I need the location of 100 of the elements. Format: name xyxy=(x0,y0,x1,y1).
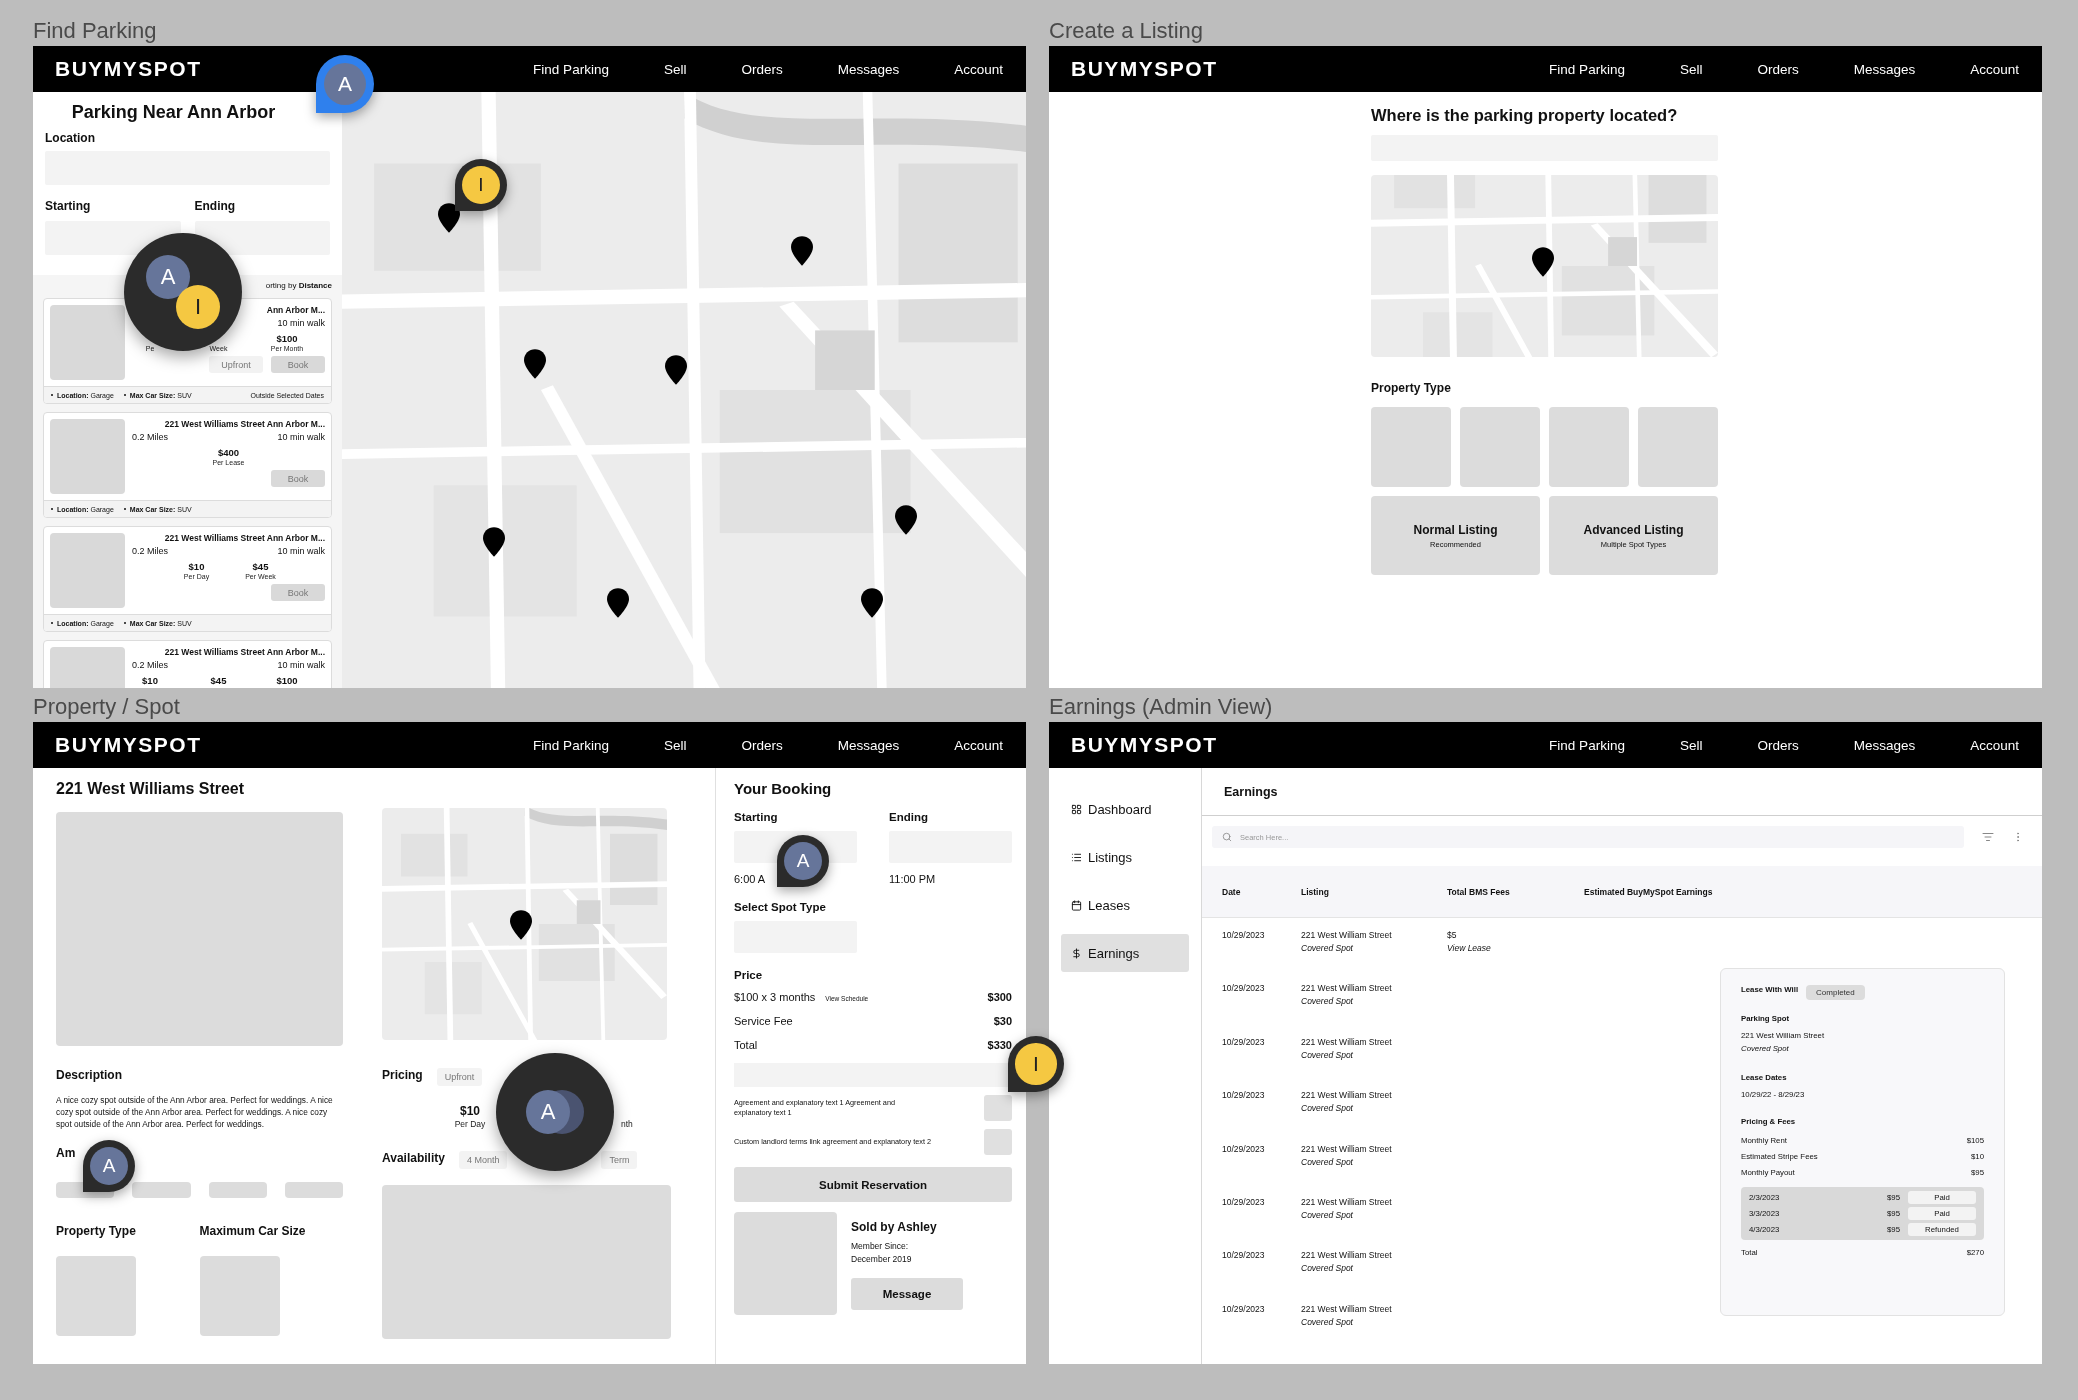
map-pin-icon xyxy=(861,588,883,618)
availability-chip[interactable]: Term xyxy=(601,1151,638,1169)
sidebar-item[interactable]: Leases xyxy=(1061,886,1189,924)
nav-link[interactable]: Sell xyxy=(663,737,687,753)
nav-link[interactable]: Account xyxy=(954,737,1003,753)
price-amount: $10 xyxy=(142,675,158,687)
nav-link[interactable]: Account xyxy=(954,61,1003,77)
checkbox[interactable] xyxy=(984,1095,1012,1121)
table-cell: 10/29/2023 xyxy=(1222,983,1265,994)
map-pin-icon xyxy=(483,527,505,557)
listing-title: 221 West Williams Street Ann Arbor M... xyxy=(164,647,325,657)
nav-link[interactable]: Messages xyxy=(1853,61,1916,77)
seller-name: Sold by Ashley xyxy=(851,1220,938,1234)
map-pin-icon xyxy=(438,203,460,233)
distance-text: 0.2 Miles xyxy=(132,546,168,557)
listing-title: 221 West Williams Street Ann Arbor M... xyxy=(164,533,325,543)
nav-link[interactable]: Account xyxy=(1970,61,2019,77)
nav-link[interactable]: Orders xyxy=(1757,737,1799,753)
price-unit: Per Day xyxy=(454,1119,486,1129)
table-cell: 221 West William Street xyxy=(1301,930,1392,940)
column-header: Listing xyxy=(1301,886,1329,897)
table-cell: Covered Spot xyxy=(1301,943,1353,953)
price-amount: $100 xyxy=(276,675,298,687)
nav-link[interactable]: Orders xyxy=(1757,61,1799,77)
table-cell: Covered Spot xyxy=(1301,1103,1353,1114)
nav-link[interactable]: Account xyxy=(1970,737,2019,753)
table-cell: 221 West William Street xyxy=(1301,1250,1392,1261)
table-cell: 10/29/2023 xyxy=(1222,1303,1265,1314)
map-pin-icon xyxy=(1532,247,1554,277)
logo: BUYMYSPOT xyxy=(55,57,202,81)
map-pin-icon xyxy=(510,910,532,940)
page-title: 221 West Williams Street xyxy=(56,780,245,798)
section-label: Availability xyxy=(382,1151,445,1165)
price-amount: $45 xyxy=(252,561,269,573)
dollar-icon xyxy=(1071,947,1082,959)
nav-link[interactable]: Find Parking xyxy=(1549,737,1625,753)
nav-link[interactable]: Messages xyxy=(837,737,900,753)
nav-link[interactable]: Messages xyxy=(837,61,900,77)
column-header: Total BMS Fees xyxy=(1447,886,1510,897)
price-line-label: Service Fee xyxy=(734,1015,793,1027)
sort-label: orting by Distance xyxy=(265,281,332,290)
logo: BUYMYSPOT xyxy=(1071,733,1218,757)
listing-title: Ann Arbor M... xyxy=(266,305,325,315)
search-icon xyxy=(1222,832,1232,842)
property-type-tile[interactable] xyxy=(1371,407,1451,487)
avatar: I xyxy=(176,285,220,329)
sidebar-item[interactable]: Earnings xyxy=(1061,934,1189,972)
price-line-amount: $330 xyxy=(987,1039,1012,1051)
availability-chip[interactable]: 4 Month xyxy=(458,1151,508,1169)
message-button[interactable]: Message xyxy=(851,1278,963,1310)
price-unit: nth xyxy=(621,1119,633,1129)
nav-link[interactable]: Sell xyxy=(1679,737,1703,753)
price-line-amount: $300 xyxy=(987,991,1012,1003)
table-cell: Covered Spot xyxy=(1301,1263,1353,1274)
walk-time: 10 min walk xyxy=(277,318,325,329)
filter-icon[interactable] xyxy=(1982,831,1994,843)
property-type-tile[interactable] xyxy=(1638,407,1718,487)
distance-text: 0.2 Miles xyxy=(132,660,168,671)
field-label: Ending xyxy=(889,811,928,823)
table-cell: 10/29/2023 xyxy=(1222,1036,1265,1047)
pricing-chip[interactable]: Upfront xyxy=(436,1068,483,1086)
nav-link[interactable]: Orders xyxy=(741,61,783,77)
sidebar-item[interactable]: Listings xyxy=(1061,838,1189,876)
walk-time: 10 min walk xyxy=(277,660,325,671)
price-amount: $400 xyxy=(217,447,240,459)
frame-label: Create a Listing xyxy=(1049,20,1204,42)
sidebar-item[interactable]: Dashboard xyxy=(1061,790,1189,828)
nav-link[interactable]: Find Parking xyxy=(533,61,609,77)
checkbox[interactable] xyxy=(984,1129,1012,1155)
view-lease-link[interactable]: View Lease xyxy=(1447,943,1491,953)
table-cell: 221 West William Street xyxy=(1301,1196,1392,1207)
pricing-option[interactable]: Upfront xyxy=(209,356,263,373)
nav-link[interactable]: Sell xyxy=(1679,61,1703,77)
avatar: A xyxy=(323,62,367,106)
nav-link[interactable]: Messages xyxy=(1853,737,1916,753)
date-field[interactable] xyxy=(194,221,330,255)
avatar: A xyxy=(146,255,190,299)
price-amount: $45 xyxy=(210,675,227,687)
nav-link[interactable]: Sell xyxy=(663,61,687,77)
avatar: A xyxy=(783,841,823,881)
nav-link[interactable]: Find Parking xyxy=(1549,61,1625,77)
submit-button[interactable]: Submit Reservation xyxy=(734,1167,1012,1202)
status-badge: Completed xyxy=(1806,985,1865,1000)
property-type-tile[interactable] xyxy=(1549,407,1629,487)
nav-link[interactable]: Find Parking xyxy=(533,737,609,753)
table-cell: 221 West William Street xyxy=(1301,1303,1392,1314)
table-cell: 10/29/2023 xyxy=(1222,1143,1265,1154)
map-pin-icon xyxy=(895,505,917,535)
map-pin-icon xyxy=(665,355,687,385)
table-cell: 10/29/2023 xyxy=(1222,1250,1265,1261)
nav-link[interactable]: Orders xyxy=(741,737,783,753)
section-label: Am xyxy=(56,1146,76,1160)
avatar: I xyxy=(1015,1043,1057,1085)
map-pin-icon xyxy=(791,236,813,266)
field-label: Ending xyxy=(194,199,236,213)
page-title: Where is the parking property located? xyxy=(1371,106,1678,125)
property-type-tile[interactable] xyxy=(1460,407,1540,487)
table-cell: $5 xyxy=(1447,930,1457,940)
avatar: A xyxy=(526,1090,570,1134)
calendar-icon xyxy=(1071,899,1082,911)
